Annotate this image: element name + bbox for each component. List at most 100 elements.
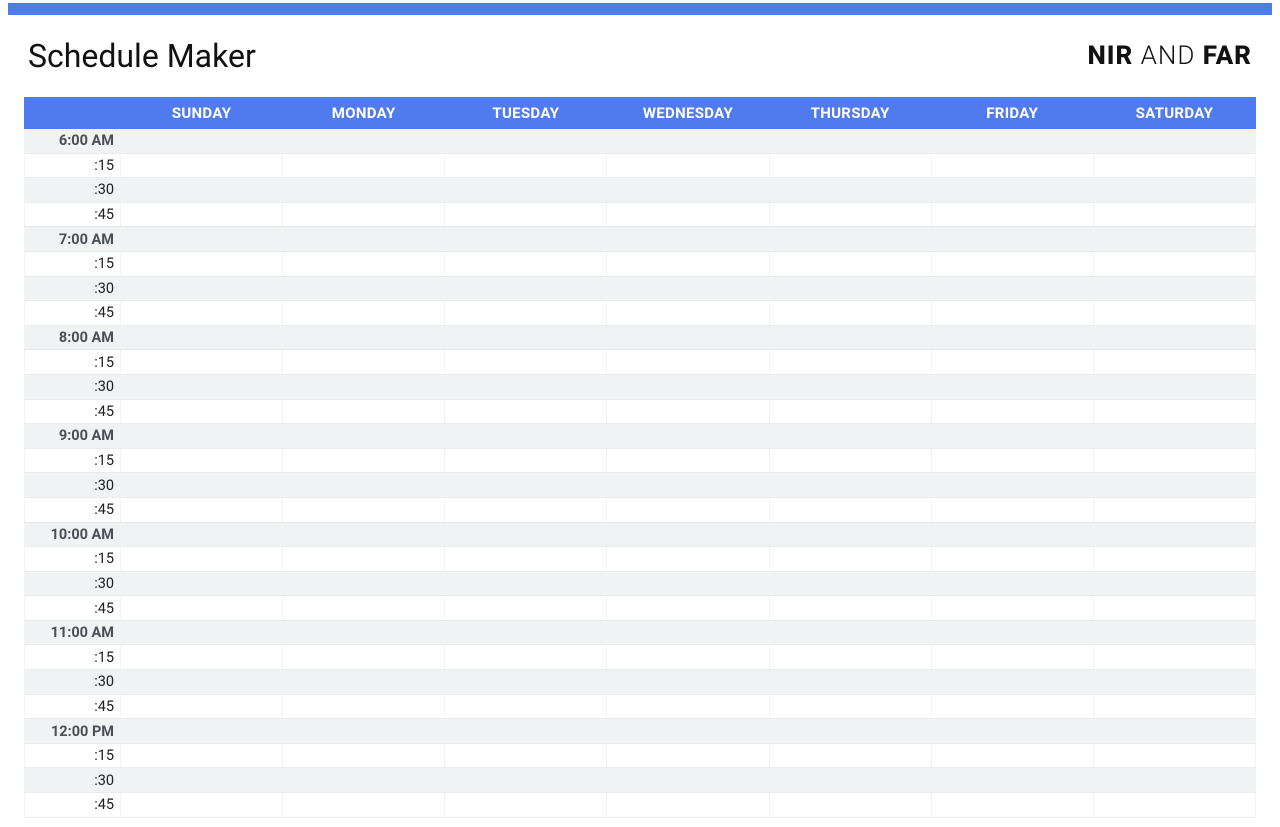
schedule-cell[interactable] [769, 620, 931, 645]
schedule-cell[interactable] [931, 350, 1093, 375]
schedule-cell[interactable] [769, 473, 931, 498]
schedule-cell[interactable] [607, 251, 769, 276]
schedule-cell[interactable] [769, 719, 931, 744]
schedule-cell[interactable] [769, 399, 931, 424]
schedule-cell[interactable] [607, 448, 769, 473]
schedule-cell[interactable] [1093, 251, 1255, 276]
schedule-cell[interactable] [1093, 178, 1255, 203]
schedule-cell[interactable] [445, 178, 607, 203]
schedule-cell[interactable] [445, 424, 607, 449]
schedule-cell[interactable] [607, 620, 769, 645]
schedule-cell[interactable] [1093, 202, 1255, 227]
schedule-cell[interactable] [1093, 424, 1255, 449]
schedule-cell[interactable] [1093, 473, 1255, 498]
schedule-cell[interactable] [121, 227, 283, 252]
schedule-cell[interactable] [283, 547, 445, 572]
schedule-cell[interactable] [445, 793, 607, 818]
schedule-cell[interactable] [607, 473, 769, 498]
schedule-cell[interactable] [121, 448, 283, 473]
schedule-cell[interactable] [121, 522, 283, 547]
schedule-cell[interactable] [445, 743, 607, 768]
schedule-cell[interactable] [607, 202, 769, 227]
schedule-cell[interactable] [1093, 743, 1255, 768]
schedule-cell[interactable] [121, 202, 283, 227]
schedule-cell[interactable] [607, 719, 769, 744]
schedule-cell[interactable] [607, 153, 769, 178]
schedule-cell[interactable] [931, 645, 1093, 670]
schedule-cell[interactable] [607, 129, 769, 154]
schedule-cell[interactable] [283, 596, 445, 621]
schedule-cell[interactable] [121, 497, 283, 522]
schedule-cell[interactable] [1093, 325, 1255, 350]
schedule-cell[interactable] [931, 522, 1093, 547]
schedule-cell[interactable] [607, 227, 769, 252]
schedule-cell[interactable] [1093, 153, 1255, 178]
schedule-cell[interactable] [445, 251, 607, 276]
schedule-cell[interactable] [445, 522, 607, 547]
schedule-cell[interactable] [121, 301, 283, 326]
schedule-cell[interactable] [1093, 374, 1255, 399]
schedule-cell[interactable] [1093, 350, 1255, 375]
schedule-cell[interactable] [931, 202, 1093, 227]
schedule-cell[interactable] [931, 301, 1093, 326]
schedule-cell[interactable] [283, 424, 445, 449]
schedule-cell[interactable] [445, 448, 607, 473]
schedule-cell[interactable] [931, 620, 1093, 645]
schedule-cell[interactable] [121, 743, 283, 768]
schedule-cell[interactable] [283, 645, 445, 670]
schedule-cell[interactable] [1093, 596, 1255, 621]
schedule-cell[interactable] [283, 276, 445, 301]
schedule-cell[interactable] [1093, 399, 1255, 424]
schedule-cell[interactable] [283, 325, 445, 350]
schedule-cell[interactable] [607, 350, 769, 375]
schedule-cell[interactable] [283, 571, 445, 596]
schedule-cell[interactable] [283, 743, 445, 768]
schedule-cell[interactable] [283, 129, 445, 154]
schedule-cell[interactable] [1093, 129, 1255, 154]
schedule-cell[interactable] [283, 399, 445, 424]
schedule-cell[interactable] [445, 768, 607, 793]
schedule-cell[interactable] [121, 793, 283, 818]
schedule-cell[interactable] [931, 571, 1093, 596]
schedule-cell[interactable] [1093, 276, 1255, 301]
schedule-cell[interactable] [931, 793, 1093, 818]
schedule-cell[interactable] [607, 301, 769, 326]
schedule-cell[interactable] [607, 793, 769, 818]
schedule-cell[interactable] [769, 178, 931, 203]
schedule-cell[interactable] [445, 276, 607, 301]
schedule-cell[interactable] [931, 694, 1093, 719]
schedule-cell[interactable] [283, 670, 445, 695]
schedule-cell[interactable] [283, 251, 445, 276]
schedule-cell[interactable] [283, 497, 445, 522]
schedule-cell[interactable] [1093, 497, 1255, 522]
schedule-cell[interactable] [769, 497, 931, 522]
schedule-cell[interactable] [445, 719, 607, 744]
schedule-cell[interactable] [931, 227, 1093, 252]
schedule-cell[interactable] [445, 571, 607, 596]
schedule-cell[interactable] [769, 424, 931, 449]
schedule-cell[interactable] [1093, 571, 1255, 596]
schedule-cell[interactable] [445, 350, 607, 375]
schedule-cell[interactable] [769, 645, 931, 670]
schedule-cell[interactable] [1093, 547, 1255, 572]
schedule-cell[interactable] [769, 129, 931, 154]
schedule-cell[interactable] [607, 768, 769, 793]
schedule-cell[interactable] [931, 448, 1093, 473]
schedule-cell[interactable] [283, 301, 445, 326]
schedule-cell[interactable] [283, 448, 445, 473]
schedule-cell[interactable] [931, 768, 1093, 793]
schedule-cell[interactable] [769, 694, 931, 719]
schedule-cell[interactable] [283, 768, 445, 793]
schedule-cell[interactable] [121, 473, 283, 498]
schedule-cell[interactable] [445, 301, 607, 326]
schedule-cell[interactable] [283, 350, 445, 375]
schedule-cell[interactable] [769, 153, 931, 178]
schedule-cell[interactable] [445, 227, 607, 252]
schedule-cell[interactable] [283, 153, 445, 178]
schedule-cell[interactable] [931, 743, 1093, 768]
schedule-cell[interactable] [445, 670, 607, 695]
schedule-cell[interactable] [121, 251, 283, 276]
schedule-cell[interactable] [607, 645, 769, 670]
schedule-cell[interactable] [445, 399, 607, 424]
schedule-cell[interactable] [769, 301, 931, 326]
